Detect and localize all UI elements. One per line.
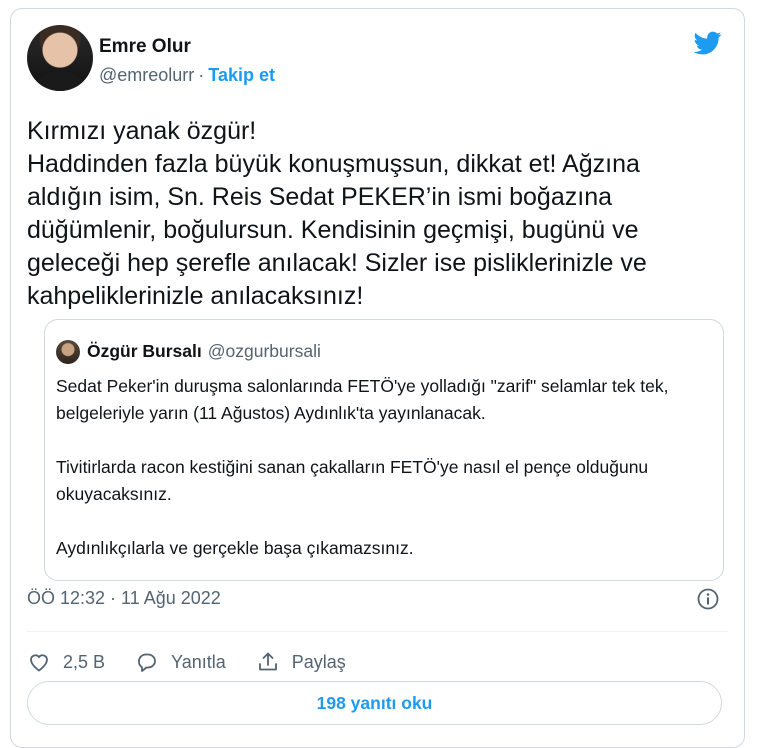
speech-bubble-icon bbox=[138, 653, 156, 672]
share-label: Paylaş bbox=[291, 651, 346, 672]
quoted-paragraph: Aydınlıkçılarla ve gerçekle başa çıkamaz… bbox=[56, 538, 414, 558]
author-handle-row: @emreolurr · Takip et bbox=[99, 65, 275, 86]
follow-link[interactable]: Takip et bbox=[208, 65, 275, 85]
quoted-author-handle: @ozgurbursali bbox=[207, 341, 321, 361]
author-name[interactable]: Emre Olur bbox=[99, 36, 191, 58]
tweet-embed-card: Emre Olur @emreolurr · Takip et Kırmızı ya… bbox=[10, 8, 745, 748]
like-button[interactable]: 2,5 B bbox=[27, 650, 105, 674]
quoted-tweet[interactable]: Özgür Bursalı @ozgurbursali Sedat Peker'i… bbox=[44, 319, 724, 581]
twitter-bird-icon[interactable] bbox=[692, 29, 724, 57]
quoted-author-row: Özgür Bursalı @ozgurbursali bbox=[87, 341, 321, 362]
quoted-author-name: Özgür Bursalı bbox=[87, 341, 202, 361]
quoted-paragraph: Tivitirlarda racon kestiğini sanan çakal… bbox=[56, 457, 649, 504]
divider bbox=[27, 631, 728, 632]
quoted-tweet-text: Sedat Peker'in duruşma salonlarında FETÖ… bbox=[56, 373, 716, 589]
quoted-author-avatar bbox=[56, 340, 80, 364]
heart-icon bbox=[30, 654, 48, 672]
action-bar: 2,5 B Yanıtla Paylaş bbox=[27, 645, 376, 679]
reply-button[interactable]: Yanıtla bbox=[135, 650, 226, 674]
read-replies-button[interactable]: 198 yanıtı oku bbox=[27, 681, 722, 725]
handle-separator: · bbox=[198, 65, 205, 85]
share-icon bbox=[258, 652, 277, 671]
reply-label: Yanıtla bbox=[171, 651, 226, 672]
info-icon[interactable] bbox=[696, 587, 720, 611]
like-count: 2,5 B bbox=[63, 651, 106, 672]
quoted-paragraph: Sedat Peker'in duruşma salonlarında FETÖ… bbox=[56, 376, 669, 423]
author-avatar[interactable] bbox=[27, 25, 93, 91]
tweet-timestamp[interactable]: ÖÖ 12:32 · 11 Ağu 2022 bbox=[27, 588, 221, 609]
author-handle[interactable]: @emreolurr bbox=[99, 65, 194, 85]
share-button[interactable]: Paylaş bbox=[256, 650, 346, 674]
tweet-text: Kırmızı yanak özgür! Haddinden fazla büy… bbox=[27, 117, 647, 310]
